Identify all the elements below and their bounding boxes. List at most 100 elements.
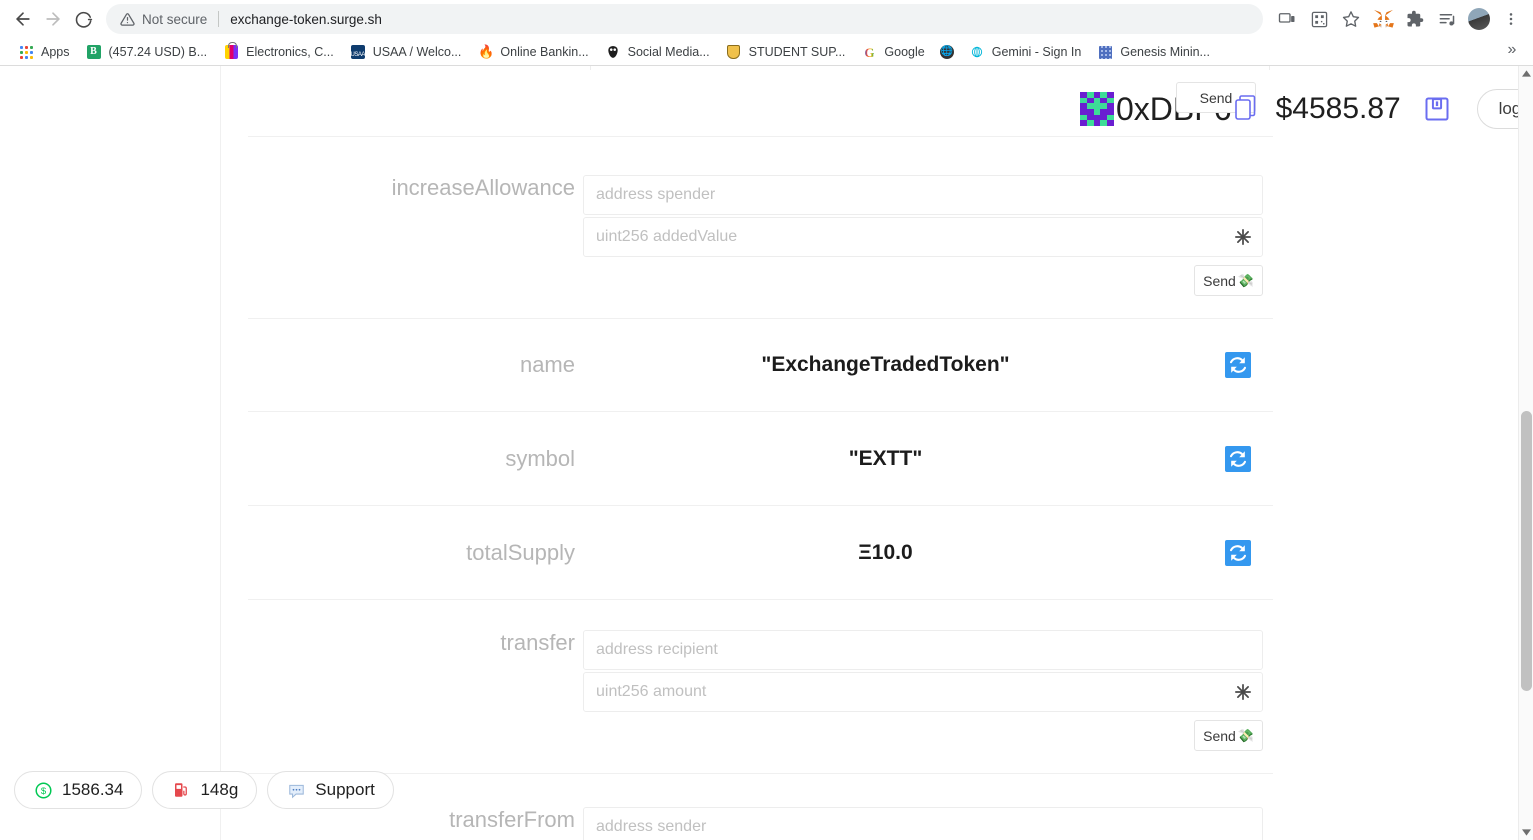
function-row-totalSupply: totalSupply Ξ10.0 [248, 506, 1273, 599]
bookmark-apps[interactable]: Apps [10, 40, 78, 64]
money-wings-icon: 💸 [1237, 728, 1254, 743]
bookmark-bitcoin[interactable]: B (457.24 USD) B... [78, 40, 216, 64]
scroll-down-arrow-icon[interactable] [1519, 825, 1533, 840]
gas-value: 148g [200, 780, 239, 799]
dollar-circle-icon: $ [33, 780, 53, 800]
bookmark-star-icon[interactable] [1335, 3, 1367, 35]
input-placeholder: address recipient [596, 641, 718, 658]
input-placeholder: address spender [596, 186, 716, 203]
extensions-puzzle-icon[interactable] [1399, 3, 1431, 35]
profile-avatar-icon[interactable] [1463, 3, 1495, 35]
globe-icon: 🌐 [939, 45, 954, 59]
asterisk-multiply-icon[interactable] [1234, 683, 1252, 701]
send-row: Send 💸 [583, 720, 1263, 751]
function-return-value: "ExchangeTradedToken" [761, 353, 1010, 376]
bookmark-electronics[interactable]: Electronics, C... [215, 40, 342, 64]
google-g-icon: G [864, 44, 875, 60]
page-scrollbar[interactable] [1518, 66, 1533, 840]
bookmark-genesis-mining[interactable]: Genesis Minin... [1089, 40, 1218, 64]
refresh-sync-icon[interactable] [1225, 445, 1251, 472]
toolbar-icon-group [1271, 3, 1533, 35]
bitcoin-green-icon: B [86, 44, 102, 60]
send-row: Send 💸 [583, 265, 1263, 296]
refresh-sync-icon[interactable] [1225, 352, 1251, 378]
security-status-text: Not secure [142, 11, 208, 27]
bookmark-globe[interactable]: 🌐 [933, 40, 961, 64]
crest-icon [726, 44, 742, 60]
scroll-up-arrow-icon[interactable] [1519, 66, 1533, 81]
function-name-label: increaseAllowance [391, 175, 575, 200]
metamask-extension-icon[interactable] [1367, 3, 1399, 35]
input-placeholder: uint256 amount [596, 683, 707, 700]
refresh-sync-icon[interactable] [1225, 539, 1251, 566]
function-row-increaseAllowance: increaseAllowance address spender uint25… [248, 137, 1273, 318]
function-return-value: "EXTT" [848, 446, 923, 470]
send-label: Send [1203, 272, 1236, 289]
bookmark-label: Gemini - Sign In [991, 45, 1082, 59]
partially-visible-input[interactable] [590, 66, 1270, 70]
input-address-spender[interactable]: address spender [583, 175, 1263, 215]
shopping-bag-icon [223, 42, 239, 60]
send-button-increaseAllowance[interactable]: Send 💸 [1194, 265, 1263, 296]
price-value: 1586.34 [62, 780, 124, 799]
bookmark-label: Social Media... [627, 45, 710, 59]
input-uint256-addedValue[interactable]: uint256 addedValue [583, 217, 1263, 257]
santander-flame-icon: 🔥 [478, 44, 495, 59]
gas-pump-icon [171, 780, 191, 800]
address-bar[interactable]: Not secure exchange-token.surge.sh [106, 4, 1263, 34]
genesis-mining-icon [1097, 44, 1113, 60]
floppy-save-icon[interactable] [1423, 95, 1451, 123]
back-button[interactable] [8, 4, 38, 34]
asterisk-multiply-icon[interactable] [1234, 228, 1252, 246]
layout-divider [220, 66, 221, 840]
support-pill[interactable]: Support [267, 771, 394, 809]
bookmarks-overflow-button[interactable]: » [1501, 41, 1523, 59]
bookmark-usaa[interactable]: USAA USAA / Welco... [342, 40, 470, 64]
bookmark-social-media[interactable]: Social Media... [597, 40, 718, 64]
scrollbar-thumb[interactable] [1521, 411, 1532, 691]
page-content: 0xDBF6 $4585.87 logout Send [0, 66, 1533, 840]
function-row-name: name "ExchangeTradedToken" [248, 319, 1273, 411]
function-inputs: address sender [583, 807, 1273, 840]
status-pill-group: $ 1586.34 148g Support [14, 771, 394, 809]
bookmark-google[interactable]: G Google [853, 40, 932, 64]
input-placeholder: address sender [596, 818, 707, 835]
function-row-transferFrom: transferFrom address sender [248, 774, 1273, 840]
omnibox-divider [218, 11, 220, 27]
speech-bubble-icon [286, 780, 306, 800]
function-row-transfer: transfer address recipient uint256 amoun… [248, 600, 1273, 773]
gemini-icon [969, 44, 985, 60]
apps-grid-icon [18, 44, 34, 60]
function-name-label: transfer [500, 630, 575, 655]
money-wings-icon: 💸 [1237, 273, 1254, 288]
price-pill[interactable]: $ 1586.34 [14, 771, 143, 809]
input-address-sender[interactable]: address sender [583, 807, 1263, 840]
function-name-label: symbol [505, 445, 575, 471]
contract-function-list: increaseAllowance address spender uint25… [248, 66, 1273, 840]
function-row-symbol: symbol "EXTT" [248, 412, 1273, 505]
function-name-label: totalSupply [466, 539, 575, 565]
url-text[interactable]: exchange-token.surge.sh [230, 12, 382, 27]
cast-icon[interactable] [1271, 3, 1303, 35]
bookmarks-bar: Apps B (457.24 USD) B... Electronics, C.… [0, 38, 1533, 66]
bookmark-label: Google [884, 45, 925, 59]
qr-code-icon[interactable] [1303, 3, 1335, 35]
bookmark-gemini[interactable]: Gemini - Sign In [961, 40, 1090, 64]
send-button-transfer[interactable]: Send 💸 [1194, 720, 1263, 751]
forward-button[interactable] [38, 4, 68, 34]
copy-icon[interactable] [1234, 94, 1260, 124]
input-address-recipient[interactable]: address recipient [583, 630, 1263, 670]
reload-button[interactable] [68, 4, 98, 34]
function-inputs: address recipient uint256 amount Send 💸 [583, 630, 1273, 751]
bookmark-label: Apps [41, 45, 70, 59]
chrome-menu-icon[interactable] [1495, 3, 1527, 35]
bookmark-student-support[interactable]: STUDENT SUP... [718, 40, 854, 64]
gas-pill[interactable]: 148g [152, 771, 258, 809]
media-playlist-icon[interactable] [1431, 3, 1463, 35]
bookmark-online-banking[interactable]: 🔥 Online Bankin... [469, 40, 596, 64]
svg-text:$: $ [40, 786, 46, 797]
function-name-label: transferFrom [449, 807, 575, 832]
browser-toolbar: Not secure exchange-token.surge.sh [0, 0, 1533, 38]
function-return-value: Ξ10.0 [858, 540, 913, 564]
input-uint256-amount[interactable]: uint256 amount [583, 672, 1263, 712]
